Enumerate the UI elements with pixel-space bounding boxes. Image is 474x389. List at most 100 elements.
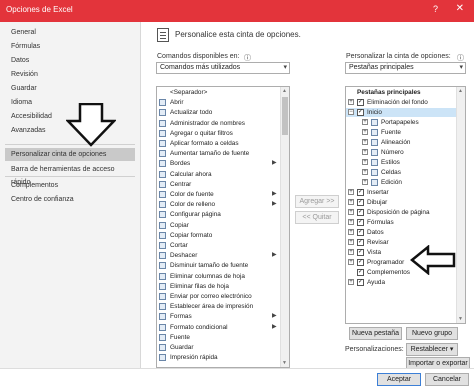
collapse-icon[interactable]: − xyxy=(348,109,354,115)
expand-icon[interactable]: + xyxy=(348,199,354,205)
list-item[interactable]: Fuente xyxy=(157,333,279,342)
expand-icon[interactable]: + xyxy=(348,219,354,225)
list-item[interactable]: Administrador de nombres xyxy=(157,119,279,128)
new-tab-button[interactable]: Nueva pestaña xyxy=(349,327,402,340)
list-item[interactable]: Formas ▶ xyxy=(157,312,279,321)
expand-icon[interactable]: + xyxy=(362,159,368,165)
sidebar-item-8[interactable]: Personalizar cinta de opciones xyxy=(5,148,135,161)
list-item[interactable]: Aplicar formato a celdas xyxy=(157,139,279,148)
list-item[interactable]: Agregar o quitar filtros xyxy=(157,129,279,138)
sidebar-item-4[interactable]: Guardar xyxy=(5,82,135,95)
tree-item[interactable]: + Portapapeles xyxy=(346,118,456,127)
expand-icon[interactable]: + xyxy=(348,209,354,215)
tree-item[interactable]: + ✓ Fórmulas xyxy=(346,218,456,227)
expand-icon[interactable]: + xyxy=(348,259,354,265)
expand-icon[interactable]: + xyxy=(348,249,354,255)
ok-button[interactable]: Aceptar xyxy=(377,373,421,386)
expand-icon[interactable]: + xyxy=(348,239,354,245)
tree-item[interactable]: + ✓ Dibujar xyxy=(346,198,456,207)
sidebar-item-0[interactable]: General xyxy=(5,26,135,39)
expand-icon[interactable]: + xyxy=(362,149,368,155)
new-group-button[interactable]: Nuevo grupo xyxy=(406,327,458,340)
reset-dropdown[interactable]: Restablecer ▾ xyxy=(406,343,458,356)
checkbox[interactable]: ✓ xyxy=(357,189,364,196)
expand-icon[interactable]: + xyxy=(348,229,354,235)
list-item[interactable]: Deshacer ▶ xyxy=(157,251,279,260)
list-item[interactable]: Enviar por correo electrónico xyxy=(157,292,279,301)
checkbox[interactable]: ✓ xyxy=(357,249,364,256)
help-icon[interactable]: ? xyxy=(433,4,438,14)
checkbox[interactable]: ✓ xyxy=(357,99,364,106)
tree-item[interactable]: + ✓ Datos xyxy=(346,228,456,237)
tree-item[interactable]: + Alineación xyxy=(346,138,456,147)
ribbon-tabs-tree[interactable]: ▲ ▼ Pestañas principales + ✓ Eliminación del… xyxy=(345,86,466,324)
list-item[interactable]: Calcular ahora xyxy=(157,170,279,179)
list-item[interactable]: Abrir xyxy=(157,98,279,107)
submenu-arrow-icon: ▶ xyxy=(272,313,277,320)
add-button[interactable]: Agregar >> xyxy=(295,195,339,208)
expand-icon[interactable]: + xyxy=(348,279,354,285)
sidebar-item-11[interactable]: Centro de confianza xyxy=(5,193,135,206)
commands-list[interactable]: ▲ ▼ <Separador> Abrir Actualizar todo Admini… xyxy=(156,86,290,368)
sidebar-item-1[interactable]: Fórmulas xyxy=(5,40,135,53)
tree-scrollbar[interactable]: ▲ ▼ xyxy=(456,87,465,323)
list-item[interactable]: Eliminar columnas de hoja xyxy=(157,272,279,281)
expand-icon[interactable]: + xyxy=(362,129,368,135)
sidebar-item-3[interactable]: Revisión xyxy=(5,68,135,81)
checkbox[interactable]: ✓ xyxy=(357,259,364,266)
list-item[interactable]: Color de fuente ▶ xyxy=(157,190,279,199)
checkbox[interactable]: ✓ xyxy=(357,209,364,216)
list-item[interactable]: Establecer área de impresión xyxy=(157,302,279,311)
commands-dropdown[interactable]: Comandos más utilizados ▾ xyxy=(156,62,290,74)
list-item[interactable]: Aumentar tamaño de fuente xyxy=(157,149,279,158)
cancel-button[interactable]: Cancelar xyxy=(425,373,469,386)
list-item[interactable]: Eliminar filas de hoja xyxy=(157,282,279,291)
sidebar-item-2[interactable]: Datos xyxy=(5,54,135,67)
tree-item[interactable]: + ✓ Ayuda xyxy=(346,278,456,287)
expand-icon[interactable]: + xyxy=(362,179,368,185)
tree-item[interactable]: − ✓ Inicio xyxy=(346,108,456,117)
expand-icon[interactable]: + xyxy=(362,169,368,175)
list-item[interactable]: Actualizar todo xyxy=(157,108,279,117)
tree-item[interactable]: + Edición xyxy=(346,178,456,187)
checkbox[interactable]: ✓ xyxy=(357,239,364,246)
tree-item[interactable]: + ✓ Insertar xyxy=(346,188,456,197)
tree-item[interactable]: + ✓ Disposición de página xyxy=(346,208,456,217)
commands-scrollbar[interactable]: ▲ ▼ xyxy=(280,87,289,367)
tree-item[interactable]: + Número xyxy=(346,148,456,157)
list-item[interactable]: Disminuir tamaño de fuente xyxy=(157,261,279,270)
list-item[interactable]: Impresión rápida xyxy=(157,353,279,362)
tree-item[interactable]: + ✓ Eliminación del fondo xyxy=(346,98,456,107)
checkbox[interactable]: ✓ xyxy=(357,109,364,116)
checkbox[interactable]: ✓ xyxy=(357,279,364,286)
tree-item[interactable]: Pestañas principales xyxy=(346,88,456,97)
remove-button[interactable]: << Quitar xyxy=(295,211,339,224)
checkbox[interactable]: ✓ xyxy=(357,219,364,226)
tree-item[interactable]: + Celdas xyxy=(346,168,456,177)
tabs-dropdown[interactable]: Pestañas principales ▾ xyxy=(345,62,466,74)
list-item[interactable]: Copiar formato xyxy=(157,231,279,240)
checkbox[interactable]: ✓ xyxy=(357,269,364,276)
list-item[interactable]: Cortar xyxy=(157,241,279,250)
list-item[interactable]: Centrar xyxy=(157,180,279,189)
list-item[interactable]: <Separador> xyxy=(157,88,279,97)
checkbox[interactable]: ✓ xyxy=(357,199,364,206)
expand-icon[interactable]: + xyxy=(348,189,354,195)
tree-item[interactable]: + Fuente xyxy=(346,128,456,137)
list-item[interactable]: Copiar xyxy=(157,221,279,230)
expand-icon[interactable]: + xyxy=(362,119,368,125)
list-item[interactable]: Color de relleno ▶ xyxy=(157,200,279,209)
tree-item[interactable]: + Estilos xyxy=(346,158,456,167)
list-item[interactable]: Configurar página xyxy=(157,210,279,219)
close-icon[interactable]: ✕ xyxy=(456,3,464,14)
expand-icon[interactable]: + xyxy=(348,99,354,105)
checkbox[interactable]: ✓ xyxy=(357,229,364,236)
expand-icon[interactable]: + xyxy=(362,139,368,145)
sidebar-item-9[interactable]: Barra de herramientas de acceso rápido xyxy=(5,163,135,186)
list-item[interactable]: Guardar xyxy=(157,343,279,352)
window-title: Opciones de Excel xyxy=(6,5,73,14)
list-item[interactable]: Formato condicional ▶ xyxy=(157,323,279,332)
sidebar-item-10[interactable]: Complementos xyxy=(5,179,135,192)
list-item[interactable]: Bordes ▶ xyxy=(157,159,279,168)
list-item-label: Disminuir tamaño de fuente xyxy=(170,262,249,270)
